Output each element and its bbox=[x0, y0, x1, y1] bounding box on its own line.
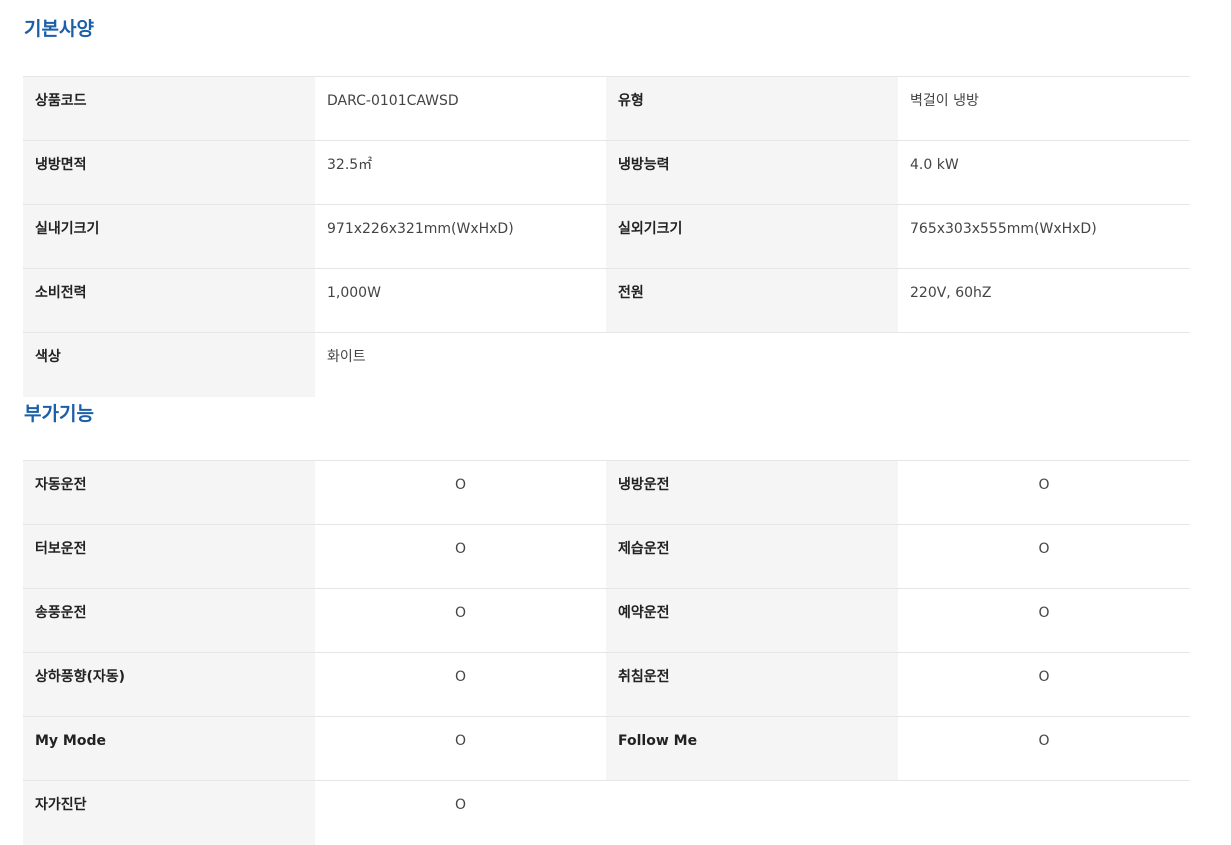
spec-label: My Mode bbox=[23, 716, 315, 781]
spec-label: 취침운전 bbox=[606, 652, 898, 717]
spec-label: 실내기크기 bbox=[23, 204, 315, 269]
spec-label: 실외기크기 bbox=[606, 204, 898, 269]
table-row: 송풍운전 O 예약운전 O bbox=[23, 588, 1190, 653]
table-row: 색상 화이트 bbox=[23, 332, 1190, 397]
spec-label: 유형 bbox=[606, 76, 898, 141]
table-row: 자동운전 O 냉방운전 O bbox=[23, 460, 1190, 525]
spec-label: 예약운전 bbox=[606, 588, 898, 653]
spec-label: 상하풍향(자동) bbox=[23, 652, 315, 717]
spec-value: O bbox=[315, 524, 606, 589]
spec-value: O bbox=[898, 460, 1190, 525]
spec-label: 냉방면적 bbox=[23, 140, 315, 205]
spec-label: 색상 bbox=[23, 332, 315, 397]
spec-value: O bbox=[315, 588, 606, 653]
spec-value: O bbox=[315, 460, 606, 525]
spec-value: 971x226x321mm(WxHxD) bbox=[315, 204, 606, 269]
spec-label: 제습운전 bbox=[606, 524, 898, 589]
empty-cell bbox=[606, 332, 898, 397]
basic-spec-heading: 기본사양 bbox=[24, 18, 94, 40]
spec-label: Follow Me bbox=[606, 716, 898, 781]
empty-cell bbox=[606, 780, 898, 845]
spec-value: O bbox=[898, 524, 1190, 589]
spec-value: 벽걸이 냉방 bbox=[898, 76, 1190, 141]
spec-value: O bbox=[315, 716, 606, 781]
spec-value: O bbox=[315, 780, 606, 845]
spec-value: 4.0 kW bbox=[898, 140, 1190, 205]
spec-value: 32.5㎡ bbox=[315, 140, 606, 205]
spec-value: O bbox=[898, 716, 1190, 781]
basic-spec-table: 상품코드 DARC-0101CAWSD 유형 벽걸이 냉방 냉방면적 32.5㎡ 냉방능력 4… bbox=[23, 76, 1190, 397]
spec-label: 터보운전 bbox=[23, 524, 315, 589]
spec-value: 220V, 60hZ bbox=[898, 268, 1190, 333]
extra-features-table: 자동운전 O 냉방운전 O 터보운전 O 제습운전 O 송풍운전 O 예약운전 O 상하풍향(자동) O 취… bbox=[23, 460, 1190, 845]
empty-cell bbox=[898, 332, 1190, 397]
spec-page: 기본사양 상품코드 DARC-0101CAWSD 유형 벽걸이 냉방 냉방면적 32.5㎡… bbox=[0, 0, 1231, 845]
spec-label: 소비전력 bbox=[23, 268, 315, 333]
spec-value: DARC-0101CAWSD bbox=[315, 76, 606, 141]
spec-label: 냉방운전 bbox=[606, 460, 898, 525]
table-row: 실내기크기 971x226x321mm(WxHxD) 실외기크기 765x303x55… bbox=[23, 204, 1190, 269]
spec-value: O bbox=[898, 652, 1190, 717]
table-row: 소비전력 1,000W 전원 220V, 60hZ bbox=[23, 268, 1190, 333]
table-row: 상하풍향(자동) O 취침운전 O bbox=[23, 652, 1190, 717]
table-row: My Mode O Follow Me O bbox=[23, 716, 1190, 781]
table-row: 냉방면적 32.5㎡ 냉방능력 4.0 kW bbox=[23, 140, 1190, 205]
table-row: 터보운전 O 제습운전 O bbox=[23, 524, 1190, 589]
spec-value: 1,000W bbox=[315, 268, 606, 333]
table-row: 자가진단 O bbox=[23, 780, 1190, 845]
empty-cell bbox=[898, 780, 1190, 845]
spec-label: 상품코드 bbox=[23, 76, 315, 141]
spec-value: 화이트 bbox=[315, 332, 606, 397]
extra-features-heading: 부가기능 bbox=[24, 403, 94, 425]
table-row: 상품코드 DARC-0101CAWSD 유형 벽걸이 냉방 bbox=[23, 76, 1190, 141]
spec-label: 자가진단 bbox=[23, 780, 315, 845]
spec-label: 전원 bbox=[606, 268, 898, 333]
spec-value: O bbox=[898, 588, 1190, 653]
spec-value: 765x303x555mm(WxHxD) bbox=[898, 204, 1190, 269]
spec-label: 송풍운전 bbox=[23, 588, 315, 653]
spec-value: O bbox=[315, 652, 606, 717]
spec-label: 냉방능력 bbox=[606, 140, 898, 205]
spec-label: 자동운전 bbox=[23, 460, 315, 525]
